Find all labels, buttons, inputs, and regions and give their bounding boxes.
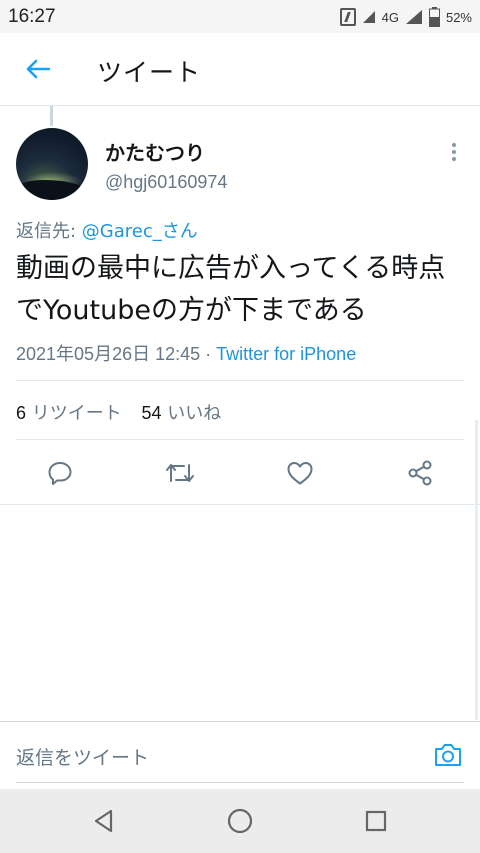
back-button[interactable] (18, 53, 58, 85)
battery-icon (428, 7, 440, 27)
battery-level: 52% (445, 9, 472, 25)
nav-home-button[interactable] (225, 806, 255, 836)
reply-composer: 返信をツイート (0, 721, 480, 789)
retweet-button[interactable] (160, 456, 200, 490)
app-header: ツイート (0, 33, 480, 106)
like-label: いいね (161, 403, 222, 424)
like-count-link[interactable]: 54 いいね (141, 403, 221, 424)
status-bar: 16:27 4G 52% (0, 0, 480, 33)
avatar[interactable] (16, 128, 88, 200)
more-dot-icon (452, 150, 456, 154)
tweet-actions (0, 448, 480, 498)
tweet-stats: 6 リツイート 54 いいね (16, 399, 235, 425)
tweet-timestamp[interactable]: 2021年05月26日 12:45 (16, 344, 200, 364)
status-icons: 4G 52% (339, 5, 472, 29)
retweet-label: リツイート (26, 403, 122, 424)
scrollbar[interactable] (475, 420, 478, 720)
more-dot-icon (452, 143, 456, 147)
meta-separator: · (200, 344, 217, 364)
retweet-count: 6 (16, 403, 27, 423)
retweet-icon (166, 464, 194, 482)
tweet-source[interactable]: Twitter for iPhone (216, 344, 356, 364)
more-dot-icon (452, 157, 456, 161)
user-handle[interactable]: @hgj60160974 (105, 172, 227, 193)
network-type: 4G (381, 9, 399, 25)
camera-icon (435, 744, 461, 766)
system-nav-bar (0, 789, 480, 853)
wifi-signal-icon (362, 11, 375, 23)
reply-button[interactable] (40, 456, 80, 490)
tweet-text: 動画の最中に広告が入ってくる時点でYoutubeの方が下まである (16, 253, 446, 326)
vibrate-icon (339, 8, 356, 26)
nav-back-button[interactable] (89, 806, 119, 836)
share-button[interactable] (400, 456, 440, 490)
thread-connector (50, 106, 53, 126)
retweet-count-link[interactable]: 6 リツイート (16, 403, 122, 424)
divider (16, 380, 464, 381)
reply-underline (16, 782, 464, 783)
reply-to-mention[interactable]: @Garec_さん (82, 221, 198, 242)
page-title: ツイート (97, 58, 202, 87)
reply-input[interactable]: 返信をツイート (16, 743, 149, 770)
status-time: 16:27 (8, 6, 56, 27)
divider (0, 504, 480, 505)
tweet-meta: 2021年05月26日 12:45 · Twitter for iPhone (16, 340, 356, 366)
reply-icon (48, 462, 72, 485)
share-icon (408, 460, 432, 486)
square-recents-icon (365, 810, 387, 832)
more-options-button[interactable] (446, 140, 462, 164)
like-count: 54 (141, 403, 162, 423)
divider (16, 439, 464, 440)
triangle-back-icon (94, 809, 113, 833)
nav-recents-button[interactable] (361, 806, 391, 836)
cell-signal-icon (405, 10, 422, 24)
reply-to-prefix: 返信先: (16, 221, 82, 242)
camera-button[interactable] (431, 739, 465, 771)
heart-icon (287, 462, 313, 485)
display-name[interactable]: かたむつり (105, 137, 205, 166)
reply-to-line: 返信先: @Garec_さん (16, 217, 198, 243)
arrow-left-icon (26, 59, 51, 79)
circle-home-icon (227, 808, 253, 834)
like-button[interactable] (280, 456, 320, 490)
